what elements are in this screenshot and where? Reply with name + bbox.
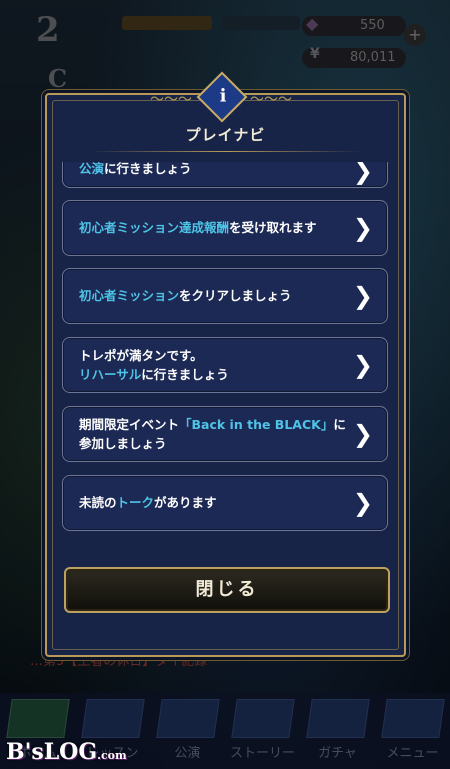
item-text: 初心者ミッションをクリアしましょう bbox=[79, 286, 347, 305]
plain-text: を受け取れます bbox=[229, 220, 317, 235]
list-item[interactable]: 未読のトークがあります ❯ bbox=[62, 475, 388, 531]
highlight-text: 初心者ミッション bbox=[79, 288, 180, 303]
title-divider bbox=[90, 151, 361, 152]
list-item[interactable]: 期間限定イベント「Back in the BLACK」に参加しましょう ❯ bbox=[62, 406, 388, 462]
ornament-right: 〜〜〜 bbox=[250, 92, 292, 108]
dialog-title: プレイナビ bbox=[185, 126, 266, 144]
brand-text: B'sLOG bbox=[6, 739, 98, 765]
chevron-right-icon: ❯ bbox=[352, 214, 373, 242]
item-text: 未読のトークがあります bbox=[79, 493, 347, 512]
item-text: 初心者ミッション達成報酬を受け取れます bbox=[79, 218, 347, 237]
highlight-text: トーク bbox=[116, 495, 155, 510]
chevron-right-icon: ❯ bbox=[352, 282, 373, 310]
chevron-right-icon: ❯ bbox=[352, 489, 373, 517]
highlight-text: リハーサル bbox=[79, 367, 142, 382]
highlight-text: 「Back in the BLACK」 bbox=[179, 417, 334, 432]
plain-text: トレポが満タンです。 bbox=[79, 348, 203, 363]
plain-text: に行きましょう bbox=[104, 162, 192, 176]
list-item[interactable]: 公演に行きましょう ❯ bbox=[62, 162, 388, 188]
info-badge-text: i bbox=[219, 85, 227, 107]
plain-text: があります bbox=[154, 495, 217, 510]
list-item[interactable]: 初心者ミッション達成報酬を受け取れます ❯ bbox=[62, 200, 388, 256]
chevron-right-icon: ❯ bbox=[352, 162, 373, 185]
navi-list[interactable]: 公演に行きましょう ❯ 初心者ミッション達成報酬を受け取れます ❯ 初心者ミッシ… bbox=[62, 162, 388, 537]
brand-suffix: .com bbox=[97, 749, 127, 762]
plain-text: 期間限定イベント bbox=[79, 417, 180, 432]
highlight-text: 公演 bbox=[79, 162, 105, 176]
watermark-logo: B'sLOG.com bbox=[6, 739, 127, 765]
close-button[interactable]: 閉じる bbox=[64, 567, 390, 613]
chevron-right-icon: ❯ bbox=[352, 351, 373, 379]
item-text: 期間限定イベント「Back in the BLACK」に参加しましょう bbox=[79, 415, 347, 453]
plain-text: をクリアしましょう bbox=[179, 288, 292, 303]
list-item[interactable]: トレポが満タンです。 リハーサルに行きましょう ❯ bbox=[62, 337, 388, 393]
plain-text: に行きましょう bbox=[141, 367, 229, 382]
list-item[interactable]: 初心者ミッションをクリアしましょう ❯ bbox=[62, 268, 388, 324]
item-text: トレポが満タンです。 リハーサルに行きましょう bbox=[79, 346, 347, 384]
plain-text: 未読の bbox=[79, 495, 117, 510]
chevron-right-icon: ❯ bbox=[352, 420, 373, 448]
item-text: 公演に行きましょう bbox=[79, 162, 347, 178]
ornament-left: 〜〜〜 bbox=[150, 92, 192, 108]
highlight-text: 初心者ミッション達成報酬 bbox=[79, 220, 230, 235]
